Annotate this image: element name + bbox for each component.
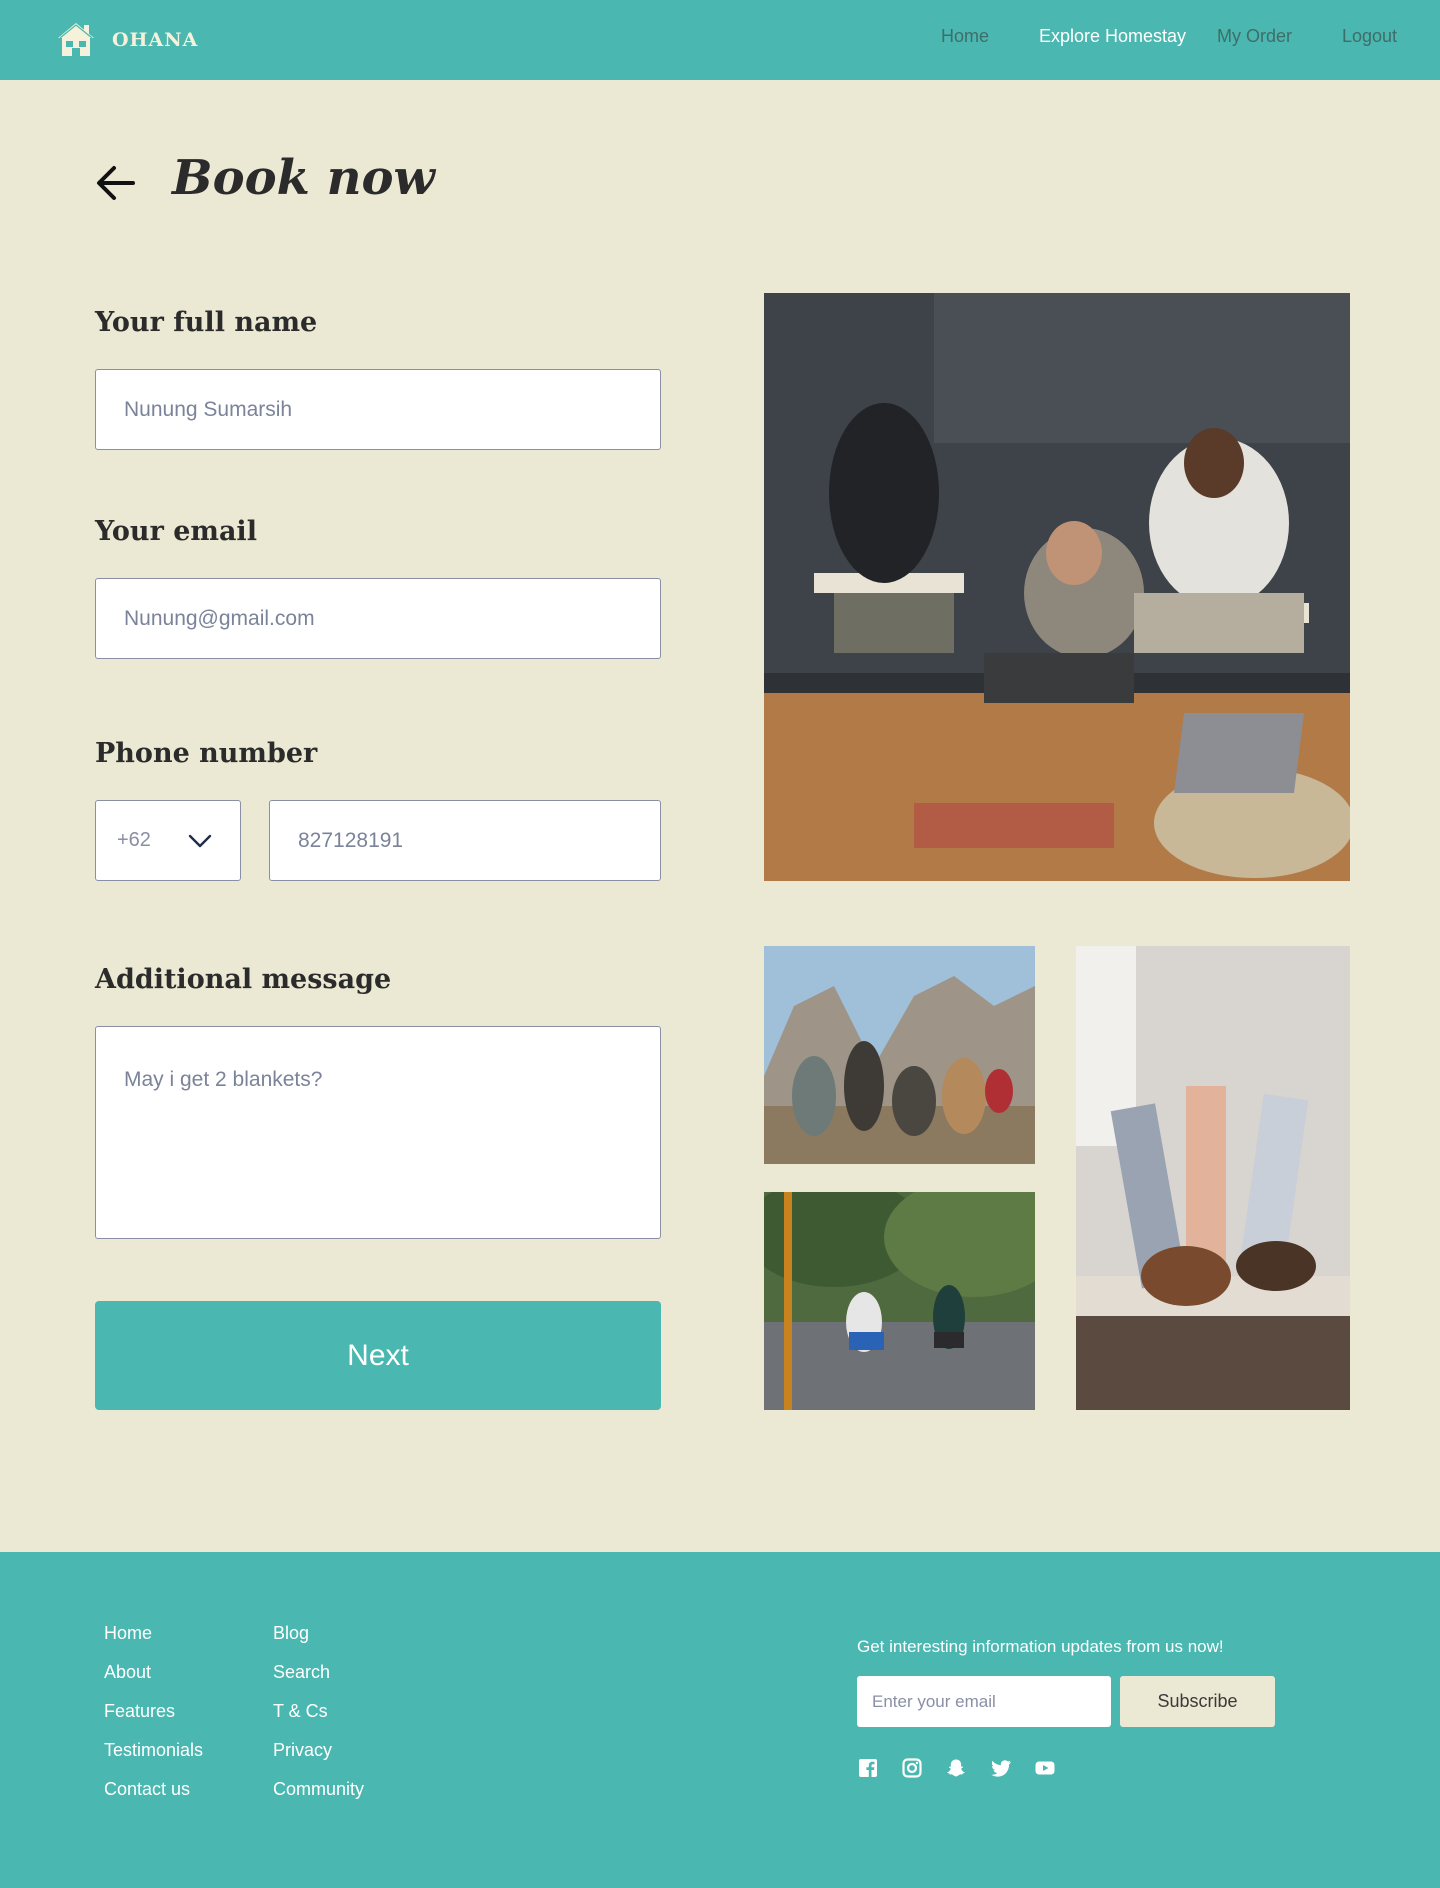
twitter-icon[interactable] [990, 1757, 1012, 1779]
phone-input[interactable] [269, 800, 661, 881]
brand-logo[interactable]: OHANA [56, 20, 198, 60]
full-name-label: Your full name [95, 307, 318, 338]
instagram-icon[interactable] [901, 1757, 923, 1779]
living-room-photo [764, 293, 1350, 881]
email-label: Your email [95, 516, 257, 547]
chevron-down-icon [188, 834, 212, 848]
hiking-group-photo [764, 946, 1035, 1164]
message-textarea[interactable] [95, 1026, 661, 1239]
nav-home[interactable]: Home [941, 26, 989, 47]
newsletter-email-input[interactable] [857, 1676, 1111, 1727]
footer-link-features[interactable]: Features [104, 1701, 175, 1722]
brand-name: OHANA [112, 29, 199, 51]
park-swing-photo [764, 1192, 1035, 1410]
footer-link-blog[interactable]: Blog [273, 1623, 309, 1644]
full-name-input[interactable] [95, 369, 661, 450]
friends-bed-photo [1076, 946, 1350, 1410]
youtube-icon[interactable] [1034, 1757, 1056, 1779]
footer-link-home[interactable]: Home [104, 1623, 152, 1644]
newsletter-text: Get interesting information updates from… [857, 1637, 1224, 1656]
page-title: Book now [172, 150, 435, 206]
snapchat-icon[interactable] [945, 1757, 967, 1779]
nav-logout[interactable]: Logout [1342, 26, 1397, 47]
house-icon [58, 23, 94, 56]
nav-my-order[interactable]: My Order [1217, 26, 1292, 47]
facebook-icon[interactable] [857, 1757, 879, 1779]
country-code-value: +62 [117, 829, 151, 851]
next-button[interactable]: Next [95, 1301, 661, 1410]
back-arrow-icon[interactable] [95, 162, 137, 204]
phone-label: Phone number [95, 738, 318, 769]
country-code-select[interactable]: +62 [95, 800, 241, 881]
email-input[interactable] [95, 578, 661, 659]
footer-link-community[interactable]: Community [273, 1779, 364, 1800]
footer-link-testimonials[interactable]: Testimonials [104, 1740, 203, 1761]
footer: Home About Features Testimonials Contact… [0, 1552, 1440, 1888]
top-navbar: OHANA Home Explore Homestay My Order Log… [0, 0, 1440, 80]
subscribe-button[interactable]: Subscribe [1120, 1676, 1275, 1727]
footer-link-privacy[interactable]: Privacy [273, 1740, 332, 1761]
footer-link-about[interactable]: About [104, 1662, 151, 1683]
message-label: Additional message [95, 964, 392, 995]
nav-explore-homestay[interactable]: Explore Homestay [1039, 26, 1186, 47]
footer-link-terms[interactable]: T & Cs [273, 1701, 328, 1722]
footer-link-contact[interactable]: Contact us [104, 1779, 190, 1800]
footer-link-search[interactable]: Search [273, 1662, 330, 1683]
